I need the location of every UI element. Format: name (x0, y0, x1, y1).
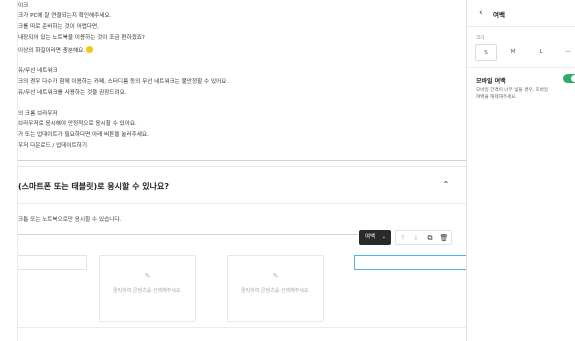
panel-divider (467, 67, 575, 68)
req-text: 이상의 화질이라면 충분해요. (18, 48, 86, 54)
arrow-down-icon[interactable]: ↓ (411, 233, 421, 243)
mobile-spacing-title: 모바일 여백 (476, 78, 506, 85)
req-text: 크를 따로 준비하는 것이 어렵다면, (18, 24, 99, 30)
settings-panel: ‹ 여백 크기 S M L — 모바일 여백 모바일 간격이 너무 넓을 경우,… (466, 0, 575, 341)
req-text: 내장되어 있는 노트북을 이용하는 것이 조금 편하겠죠? (18, 35, 145, 41)
chevron-down-icon: ⌄ (381, 234, 386, 240)
toggle-knob (571, 75, 575, 82)
divider (18, 327, 466, 328)
faq-question[interactable]: (스마트폰 또는 태블릿)로 응시할 수 있나요? (18, 181, 169, 192)
size-label: 크기 (476, 36, 485, 41)
req-heading-mic: 이크 (18, 3, 29, 9)
faq-answer: 크톱 또는 노트북으로만 응시할 수 있습니다. (18, 217, 122, 223)
panel-title: 여백 (493, 11, 505, 19)
smile-emoji-icon (86, 46, 94, 53)
empty-block-hint: 클릭하여 콘텐츠를 선택해주세요. (240, 288, 311, 294)
req-text-with-emoji: 이상의 화질이라면 충분해요. (18, 46, 94, 55)
content-block[interactable] (18, 255, 87, 270)
empty-content-block[interactable]: ✎ 클릭하여 콘텐츠를 선택해주세요. (99, 255, 196, 322)
size-option-more[interactable]: — (557, 44, 575, 61)
trash-icon[interactable]: 🗑 (439, 233, 449, 243)
copy-icon[interactable]: ⧉ (425, 233, 435, 243)
size-option-s[interactable]: S (475, 44, 497, 61)
req-heading-browser: 의 크롬 브라우저 (18, 111, 58, 117)
mobile-spacing-description: 모바일 간격이 너무 넓을 경우, 모바일 (476, 88, 549, 93)
req-text: 크의 경우 다수가 함께 이용하는 카페, 스터디룸 등의 무선 네트워크는 불… (18, 79, 229, 85)
size-option-m[interactable]: M (502, 44, 524, 61)
back-arrow-icon[interactable]: ‹ (479, 8, 483, 18)
block-toolbar: ↑ ↓ ⧉ 🗑 (395, 230, 452, 245)
req-heading-network: 유/무선 네트워크 (18, 68, 58, 74)
req-text: 유/무선 네트워크를 사용하는 것을 권장드려요. (18, 90, 127, 96)
editor-canvas: 이크 크가 PC에 잘 연결되는지 확인해주세요. 크를 따로 준비하는 것이 … (0, 0, 466, 341)
req-text: 가 또는 업데이트가 필요하다면 아래 버튼을 눌러주세요. (18, 132, 149, 138)
arrow-up-icon[interactable]: ↑ (398, 233, 408, 243)
selected-spacing-block[interactable] (354, 255, 466, 270)
divider (18, 160, 466, 161)
divider (18, 166, 466, 167)
mobile-spacing-description: 여백을 해제해주세요. (476, 95, 517, 100)
empty-block-hint: 클릭하여 콘텐츠를 선택해주세요. (112, 288, 183, 294)
panel-divider (467, 26, 575, 27)
size-option-l[interactable]: L (530, 44, 552, 61)
pencil-icon: ✎ (144, 272, 151, 280)
spacing-dropdown-button[interactable]: 여백 ⌄ (359, 230, 391, 245)
req-text: 크가 PC에 잘 연결되는지 확인해주세요. (18, 13, 112, 19)
req-text: 브라우저로 응시해야 안정적으로 응시할 수 있어요. (18, 121, 137, 127)
divider (18, 203, 466, 204)
browser-download-link[interactable]: 우저 다운로드 / 업데이트하기 (18, 143, 87, 150)
mobile-spacing-toggle[interactable] (563, 74, 575, 83)
divider (18, 234, 358, 235)
spacing-dropdown-label: 여백 (365, 234, 376, 240)
chevron-up-icon[interactable]: ⌃ (440, 179, 452, 191)
empty-content-block[interactable]: ✎ 클릭하여 콘텐츠를 선택해주세요. (227, 255, 324, 322)
pencil-icon: ✎ (272, 272, 279, 280)
